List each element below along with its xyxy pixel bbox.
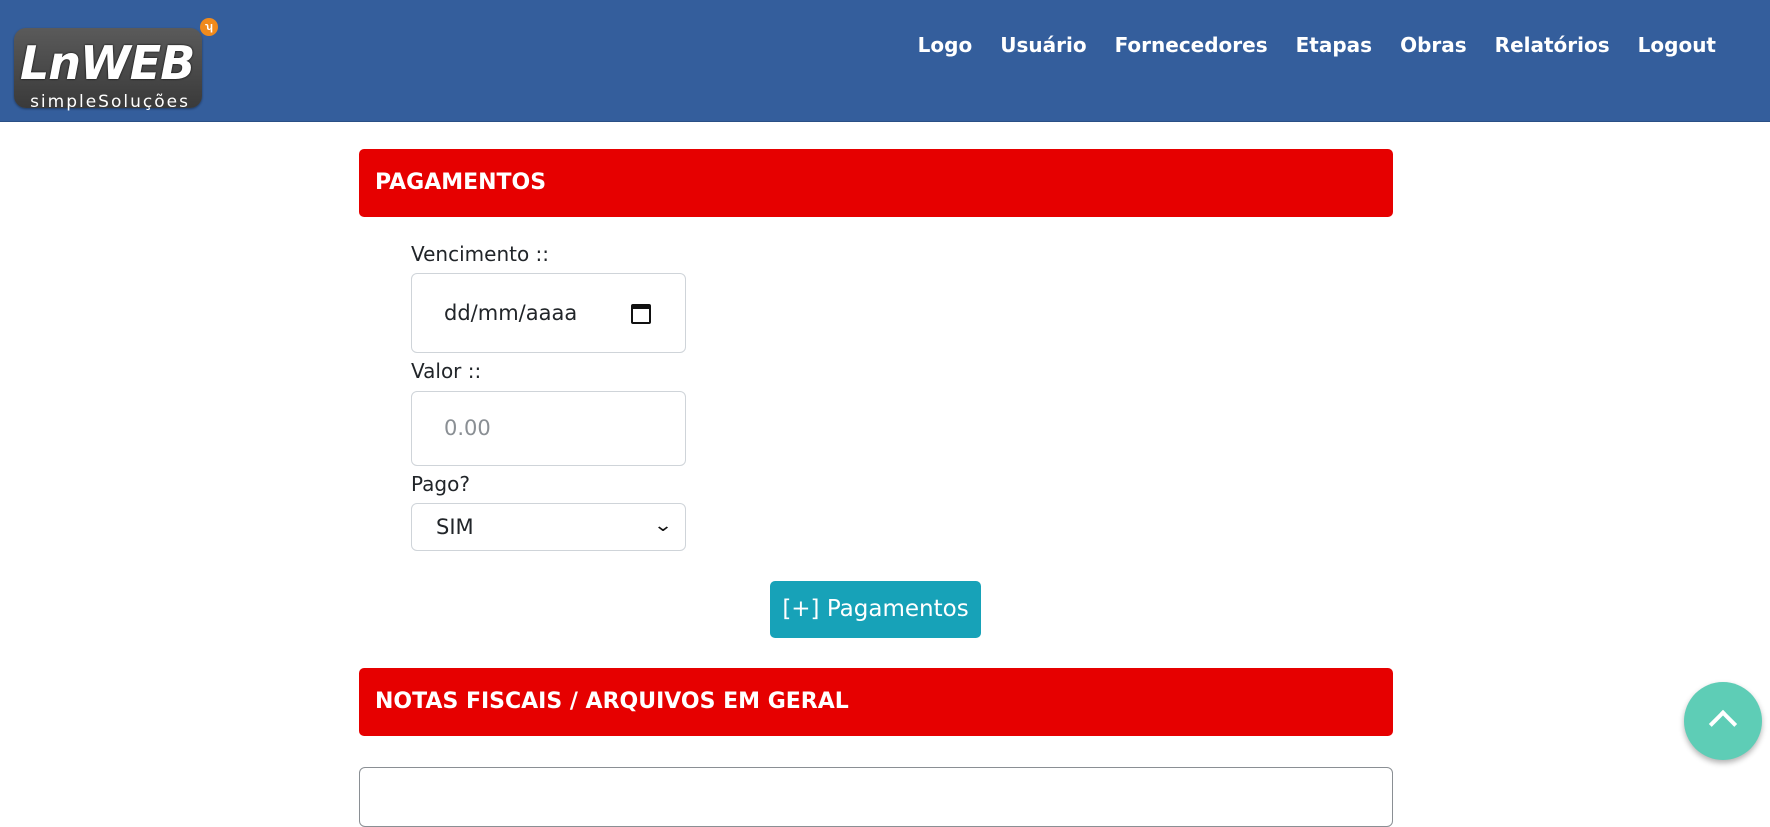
valor-label: Valor ::	[411, 359, 482, 383]
nav-item-relatorios[interactable]: Relatórios	[1481, 30, 1624, 60]
chevron-down-icon: ⌄	[653, 515, 673, 536]
brand-logo[interactable]: LnWEB simpleSoluções ʮ	[14, 18, 220, 112]
pago-label: Pago?	[411, 472, 470, 496]
vencimento-placeholder: dd/mm/aaaa	[444, 301, 578, 325]
main-nav: Logo Usuário Fornecedores Etapas Obras R…	[904, 30, 1730, 60]
chevron-up-icon	[1708, 709, 1738, 739]
logo-tagline: simpleSoluções	[30, 92, 190, 112]
logo-badge-icon: ʮ	[200, 18, 218, 36]
pago-select[interactable]: SIM ⌄	[411, 503, 686, 551]
calendar-icon[interactable]	[631, 304, 651, 324]
notas-fiscais-header: NOTAS FISCAIS / ARQUIVOS EM GERAL	[359, 668, 1393, 736]
logo-tile: LnWEB simpleSoluções	[14, 28, 202, 112]
add-pagamento-button[interactable]: [+] Pagamentos	[770, 581, 981, 638]
notas-fiscais-box[interactable]	[359, 767, 1393, 827]
nav-item-logo[interactable]: Logo	[904, 30, 987, 60]
pago-selected-value: SIM	[436, 515, 474, 539]
vencimento-date-input[interactable]: dd/mm/aaaa	[411, 273, 686, 353]
vencimento-label: Vencimento ::	[411, 242, 550, 266]
nav-item-usuario[interactable]: Usuário	[986, 30, 1100, 60]
pagamentos-header: PAGAMENTOS	[359, 149, 1393, 217]
valor-input[interactable]: 0.00	[411, 391, 686, 466]
nav-item-logout[interactable]: Logout	[1624, 30, 1730, 60]
nav-item-etapas[interactable]: Etapas	[1282, 30, 1386, 60]
nav-item-obras[interactable]: Obras	[1386, 30, 1481, 60]
nav-item-fornecedores[interactable]: Fornecedores	[1101, 30, 1282, 60]
valor-placeholder: 0.00	[444, 416, 491, 440]
logo-mark: LnWEB	[20, 36, 195, 90]
scroll-to-top-button[interactable]	[1684, 682, 1762, 760]
top-navbar: LnWEB simpleSoluções ʮ Logo Usuário Forn…	[0, 0, 1770, 122]
